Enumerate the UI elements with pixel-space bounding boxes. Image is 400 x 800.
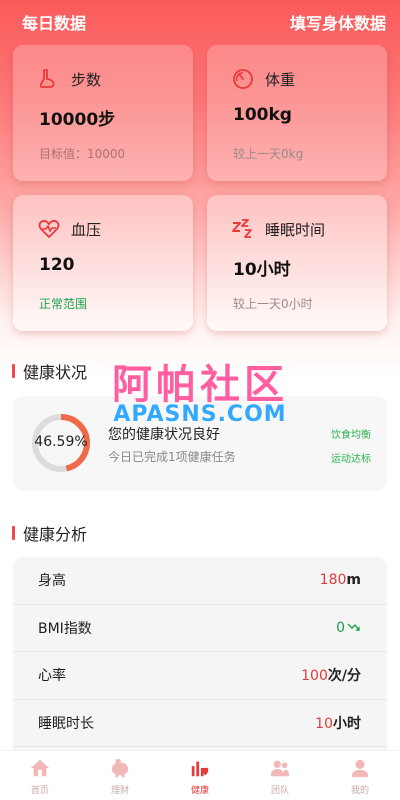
steps-target: 目标值：10000: [39, 147, 126, 161]
list-item[interactable]: BMI指数 0: [13, 605, 387, 652]
health-subline: 今日已完成1项健康任务: [108, 450, 236, 464]
blood-pressure-status: 正常范围: [39, 297, 88, 311]
page-title: 每日数据: [22, 14, 87, 33]
height-label: 身高: [38, 573, 66, 590]
top-bar: 每日数据 填写身体数据: [0, 0, 400, 44]
weight-label: 体重: [265, 70, 296, 89]
heart-pulse-icon: [38, 219, 60, 238]
fill-body-data-link[interactable]: 填写身体数据: [290, 10, 386, 34]
weight-value: 100kg: [233, 105, 292, 125]
health-headline: 您的健康状况良好: [108, 427, 220, 443]
tab-finance-label: 理财: [110, 786, 129, 796]
tab-health[interactable]: 健康: [160, 751, 240, 800]
tab-mine-label: 我的: [350, 786, 369, 796]
sleep-duration-value: 10小时: [315, 715, 361, 732]
weight-card[interactable]: 体重 100kg 较上一天0kg: [207, 45, 387, 181]
sleep-change: 较上一天0小时: [233, 297, 313, 311]
section-marker: [12, 364, 15, 378]
tab-health-label: 健康: [190, 786, 209, 796]
tab-home[interactable]: 首页: [0, 751, 80, 800]
tag-diet: 饮食均衡: [331, 430, 371, 441]
list-item[interactable]: 心率 100次/分: [13, 652, 387, 700]
tab-mine[interactable]: 我的: [320, 751, 400, 800]
sleep-label: 睡眠时间: [265, 220, 326, 239]
health-analysis-heading: 健康分析: [12, 521, 87, 545]
health-analysis-title: 健康分析: [23, 525, 88, 544]
tab-team[interactable]: 团队: [240, 751, 320, 800]
bmi-label: BMI指数: [38, 620, 92, 637]
blood-pressure-label: 血压: [71, 220, 102, 239]
steps-card[interactable]: 步数 10000步 目标值：10000: [13, 45, 193, 181]
team-icon: [270, 760, 290, 777]
tag-exercise: 运动达标: [331, 454, 371, 465]
user-icon: [351, 759, 369, 778]
sleep-duration-label: 睡眠时长: [38, 715, 94, 732]
blood-pressure-value: 120: [39, 255, 75, 275]
tab-team-label: 团队: [270, 786, 289, 796]
sleep-value: 10小时: [233, 260, 291, 280]
height-value: 180m: [319, 572, 361, 589]
health-status-heading: 健康状况: [12, 359, 87, 383]
piggy-bank-icon: [111, 758, 129, 778]
health-chart-icon: [191, 761, 209, 777]
bottom-tab-bar: 首页 理财 健康 团队 我的: [0, 750, 400, 800]
sleep-card[interactable]: 睡眠时间 10小时 较上一天0小时: [207, 195, 387, 331]
health-percent: 46.59%: [34, 434, 88, 450]
health-status-card[interactable]: 46.59% 您的健康状况良好 今日已完成1项健康任务 饮食均衡 运动达标: [13, 396, 387, 491]
list-item[interactable]: 身高 180m: [13, 557, 387, 605]
bmi-value: 0: [336, 620, 361, 636]
scale-gauge-icon: [233, 69, 253, 89]
steps-label: 步数: [71, 70, 102, 89]
health-status-title: 健康状况: [23, 363, 88, 382]
tab-home-label: 首页: [30, 786, 49, 796]
blood-pressure-card[interactable]: 血压 120 正常范围: [13, 195, 193, 331]
heart-rate-label: 心率: [38, 668, 66, 685]
tab-finance[interactable]: 理财: [80, 751, 160, 800]
weight-change: 较上一天0kg: [233, 147, 304, 161]
down-trend-icon: [347, 623, 360, 631]
steps-value: 10000步: [39, 110, 116, 130]
list-item[interactable]: 睡眠时长 10小时: [13, 700, 387, 747]
home-icon: [30, 759, 50, 777]
section-marker: [12, 526, 15, 540]
heart-rate-value: 100次/分: [301, 668, 361, 685]
foot-icon: [39, 69, 55, 88]
zzz-icon: [232, 219, 252, 238]
health-analysis-list: 身高 180m BMI指数 0 心率 100次/分 睡眠时长 10小时: [13, 557, 387, 750]
